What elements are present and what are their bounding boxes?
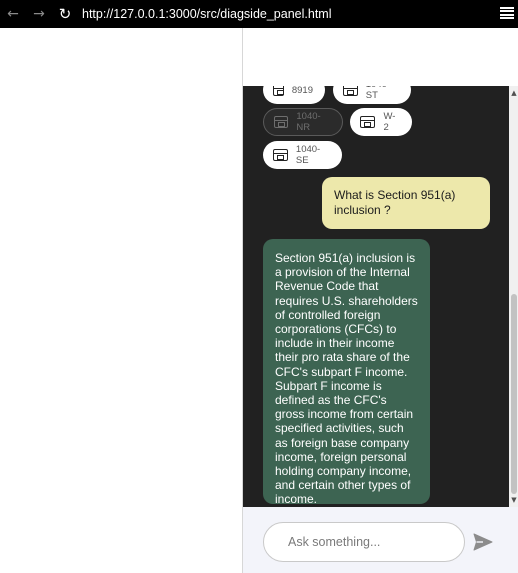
panel-header: [243, 28, 518, 86]
input-area: [243, 507, 518, 573]
reload-icon: ↻: [58, 5, 72, 23]
chip-label: 1040-ST: [365, 86, 390, 101]
user-message-bubble: What is Section 951(a) inclusion ?: [322, 177, 490, 229]
form-icon: [273, 86, 284, 96]
chip-label: 1040-NR: [296, 111, 321, 133]
form-icon: [274, 116, 289, 128]
chip-1040-se[interactable]: 1040-SE: [263, 141, 342, 169]
form-icon: [343, 86, 358, 96]
chat-scrollbar[interactable]: ▲ ▼: [509, 86, 518, 507]
back-arrow-icon: ←: [7, 6, 19, 22]
browser-toolbar: ← → ↻ http://127.0.0.1:3000/src/diagside…: [0, 0, 518, 28]
user-message-text: What is Section 951(a) inclusion ?: [334, 188, 456, 217]
chat-area: 8919 1040-ST 1040-NR W-2 1040-SE What is…: [243, 86, 509, 507]
chip-8919[interactable]: 8919: [263, 86, 325, 104]
scrollbar-thumb[interactable]: [511, 294, 517, 494]
chip-1040-st[interactable]: 1040-ST: [333, 86, 411, 104]
side-panel: 8919 1040-ST 1040-NR W-2 1040-SE What is…: [242, 28, 518, 573]
forward-button[interactable]: →: [26, 0, 52, 28]
hamburger-menu-icon[interactable]: [500, 6, 514, 20]
chip-label: W-2: [383, 111, 396, 133]
back-button[interactable]: ←: [0, 0, 26, 28]
send-icon: [473, 533, 493, 551]
form-icon: [360, 116, 376, 128]
scroll-down-icon[interactable]: ▼: [509, 495, 518, 505]
ask-input[interactable]: [263, 522, 465, 562]
address-bar[interactable]: http://127.0.0.1:3000/src/diagside_panel…: [82, 7, 331, 21]
forward-arrow-icon: →: [33, 6, 45, 22]
assistant-message-text: Section 951(a) inclusion is a provision …: [275, 251, 418, 507]
chip-w-2[interactable]: W-2: [350, 108, 412, 136]
form-icon: [273, 149, 288, 161]
scroll-up-icon[interactable]: ▲: [509, 88, 518, 98]
reload-button[interactable]: ↻: [52, 0, 78, 28]
main-page-area: [0, 28, 242, 573]
chip-1040-nr[interactable]: 1040-NR: [263, 108, 343, 136]
chip-label: 1040-SE: [295, 144, 321, 166]
chip-label: 8919: [291, 86, 313, 96]
assistant-message-bubble: Section 951(a) inclusion is a provision …: [263, 239, 430, 507]
send-button[interactable]: [471, 531, 495, 553]
